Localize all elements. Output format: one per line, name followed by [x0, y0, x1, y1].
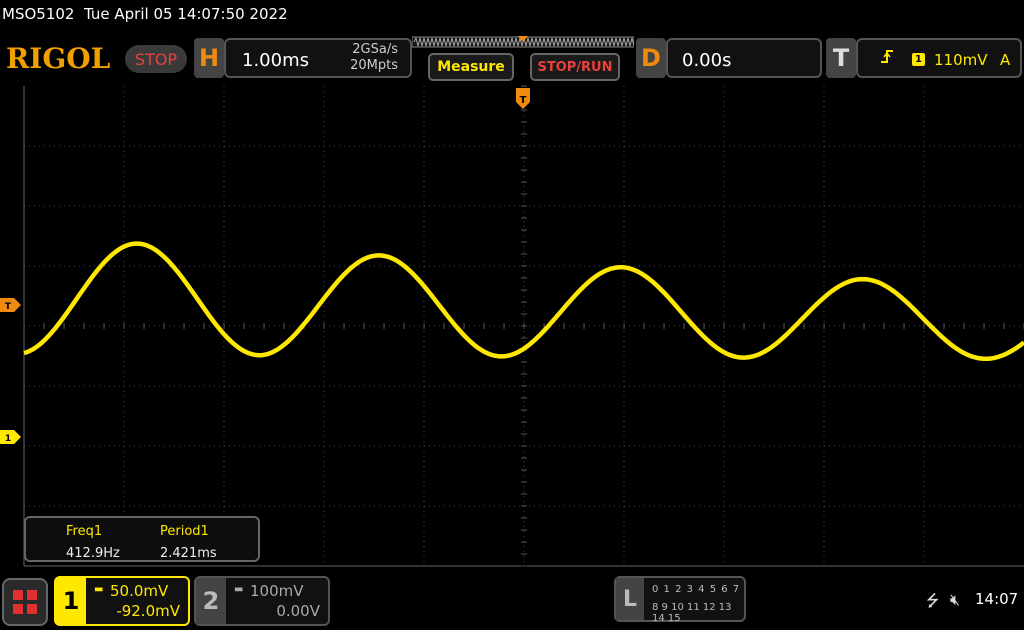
logic-analyzer-settings[interactable]: L 0 1 2 3 4 5 6 7 8 9 10 11 12 13 14 15: [614, 576, 746, 624]
dc-coupling-icon: ▬: [94, 584, 104, 595]
logic-tab: L: [616, 578, 644, 620]
ch1-ground-marker: 1: [0, 430, 21, 444]
channel-1-offset: -92.0mV: [116, 602, 180, 620]
channel-2-offset: 0.00V: [276, 602, 320, 620]
trigger-level-marker: T: [0, 298, 21, 312]
trigger-position-label: T: [520, 95, 527, 106]
ch1-ground-label: 1: [5, 434, 11, 444]
meas-freq-value: 412.9Hz: [66, 546, 120, 561]
trigger-level-label: T: [5, 302, 12, 312]
usb-icon: ⭍: [926, 591, 940, 610]
speaker-muted-icon[interactable]: 🔇︎: [950, 590, 960, 610]
meas-period-value: 2.421ms: [160, 546, 217, 561]
measurement-panel[interactable]: Freq1 412.9Hz Period1 2.421ms: [24, 516, 260, 562]
channel-1-number: 1: [56, 578, 86, 624]
channel-2-number: 2: [196, 578, 226, 624]
logic-channels-high: 8 9 10 11 12 13 14 15: [652, 602, 732, 624]
dc-coupling-icon: ▬: [234, 584, 244, 595]
grid-menu-icon: [13, 590, 37, 614]
logic-channels-low: 0 1 2 3 4 5 6 7: [652, 584, 741, 595]
channel-2-settings[interactable]: 2 ▬ 100mV 0.00V: [194, 576, 330, 626]
main-menu-button[interactable]: [2, 578, 48, 626]
meas-period-label: Period1: [160, 524, 209, 539]
channel-1-settings[interactable]: 1 ▬ 50.0mV -92.0mV: [54, 576, 190, 626]
graticule: [23, 85, 1024, 567]
trigger-position-marker: T: [516, 88, 530, 109]
meas-freq-label: Freq1: [66, 524, 103, 539]
status-clock: 14:07: [975, 590, 1019, 608]
channel-2-scale: 100mV: [250, 582, 304, 600]
channel-1-scale: 50.0mV: [110, 582, 169, 600]
